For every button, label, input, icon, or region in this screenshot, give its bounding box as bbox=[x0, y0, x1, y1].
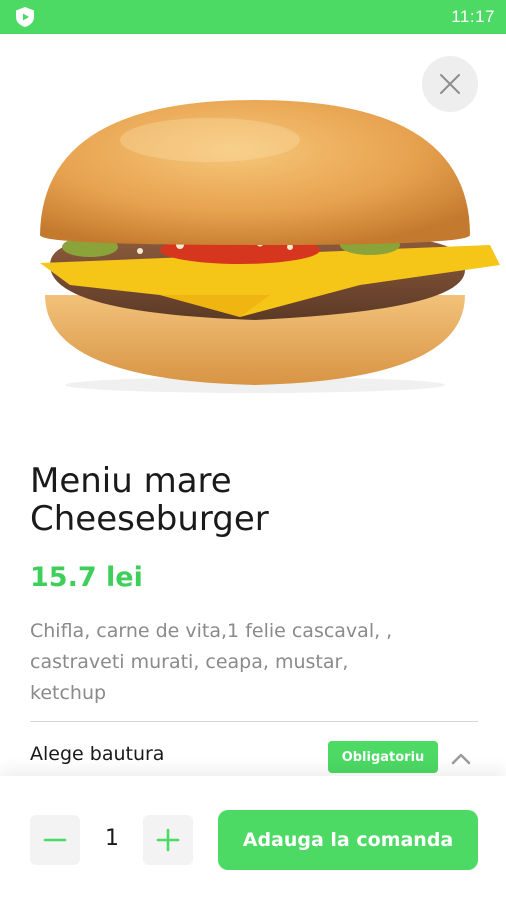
close-button[interactable] bbox=[422, 56, 478, 112]
description-line: ketchup bbox=[30, 682, 107, 704]
close-icon bbox=[440, 74, 460, 94]
product-title-line: Cheeseburger bbox=[30, 499, 269, 539]
description-line: Chifla, carne de vita,1 felie cascaval, … bbox=[30, 620, 393, 642]
product-description: Chifla, carne de vita,1 felie cascaval, … bbox=[30, 616, 470, 709]
status-bar: 11:17 bbox=[0, 0, 506, 34]
product-price: 15.7 lei bbox=[30, 562, 143, 593]
drink-option-label[interactable]: Alege bautura bbox=[30, 743, 164, 765]
increase-quantity-button[interactable] bbox=[143, 815, 193, 865]
required-badge: Obligatoriu bbox=[328, 741, 438, 773]
product-title-line: Meniu mare bbox=[30, 461, 232, 501]
product-title: Meniu mare Cheeseburger bbox=[30, 462, 470, 538]
quantity-value: 1 bbox=[105, 826, 119, 851]
minus-icon bbox=[43, 838, 67, 842]
description-line: castraveti murati, ceapa, mustar, bbox=[30, 651, 349, 673]
product-image bbox=[40, 100, 500, 393]
chevron-up-icon[interactable] bbox=[449, 748, 473, 768]
plus-icon bbox=[156, 828, 180, 852]
decrease-quantity-button[interactable] bbox=[30, 815, 80, 865]
shield-play-icon bbox=[16, 7, 34, 27]
divider bbox=[30, 721, 478, 722]
status-time: 11:17 bbox=[451, 7, 495, 26]
add-to-order-button[interactable]: Adauga la comanda bbox=[218, 810, 478, 870]
